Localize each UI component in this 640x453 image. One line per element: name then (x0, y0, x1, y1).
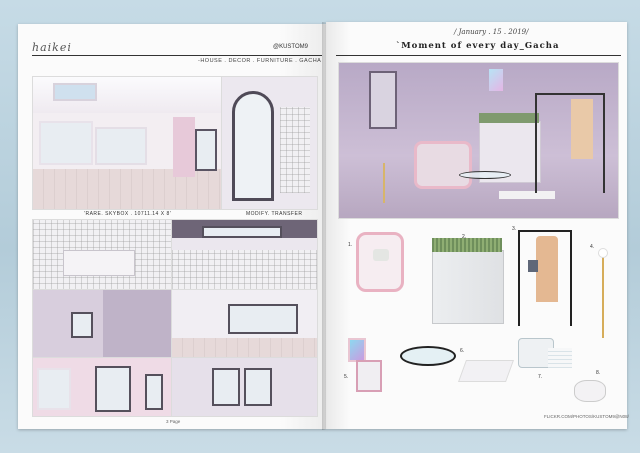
item-number-5: 5. (344, 374, 349, 380)
tagline: -HOUSE . DECOR . FURNITURE . GACHA (198, 58, 322, 64)
marble-slab-product (457, 360, 515, 382)
planter-product (432, 250, 504, 324)
arch-door-photo (221, 76, 318, 210)
item-number-3: 3. (512, 226, 517, 232)
frame-art-product (348, 338, 366, 362)
brand-logo: haikei (32, 41, 72, 54)
bag-product (528, 260, 538, 272)
page-number: 3 Page (166, 419, 181, 424)
tile-lower-wall (172, 250, 317, 290)
page-title: `Moment of every day_Gacha (396, 41, 560, 51)
right-page: / January . 15 . 2019/ `Moment of every … (326, 22, 629, 429)
tile-bath-photo (32, 219, 172, 291)
pink-wall (173, 117, 195, 177)
grass (479, 113, 539, 123)
book-spine-shadow (322, 22, 330, 430)
lamp-globe (598, 248, 608, 258)
grey-window-left (212, 368, 240, 406)
main-room-photo (32, 76, 222, 210)
pillow (373, 249, 389, 261)
pink-double-door (95, 366, 131, 412)
planter-grass (432, 238, 502, 252)
corridor-window (228, 304, 298, 334)
item-number-7: 7. (538, 374, 543, 380)
issue-date: / January . 15 . 2019/ (454, 28, 529, 36)
arch-frame (232, 91, 274, 201)
trench-coat (571, 99, 593, 159)
item-number-1: 1. (348, 242, 353, 248)
pink-window-left (37, 368, 71, 410)
instagram-handle: @KUSTOM9 (273, 44, 308, 50)
purple-room-photo (32, 289, 172, 359)
item-number-8: 8. (596, 370, 601, 376)
window-center (95, 127, 147, 165)
armchair-product (356, 232, 404, 292)
corridor-floor (172, 338, 317, 358)
grey-room-photo (171, 357, 318, 417)
tray-product (548, 348, 572, 368)
window-left (39, 121, 93, 165)
floor-lamp (383, 163, 385, 203)
wall-frame-art (489, 69, 503, 91)
bright-corridor-photo (171, 289, 318, 359)
footer-link: FLICKR.COM/PHOTOS/KUSTOM9@N08/ (544, 414, 629, 419)
frame-small-product (356, 360, 382, 392)
coat-product (536, 236, 558, 302)
title-rule (336, 55, 621, 56)
pink-side-window (145, 374, 163, 410)
grey-window-right (244, 368, 272, 406)
basket-product (574, 380, 606, 402)
pink-armchair (414, 141, 472, 189)
item-number-6: 6. (460, 348, 465, 354)
scene-window (369, 71, 397, 129)
glass-table (459, 171, 511, 179)
product-caption: 'RARE. SKYBOX . 10711.14 X 8' (84, 211, 172, 217)
strip-window (202, 226, 282, 238)
item-number-4: 4. (590, 244, 595, 250)
hero-scene-photo (338, 62, 619, 219)
clothes-rack (535, 93, 605, 193)
glass-table-product (400, 346, 456, 366)
lamp-product (602, 250, 604, 338)
pink-doors-photo (32, 357, 172, 417)
tile-wall (280, 107, 310, 193)
bathtub (63, 250, 135, 276)
purple-room-window (71, 312, 93, 338)
permission-caption: MODIFY. TRANSFER (246, 211, 303, 217)
left-page: haikei @KUSTOM9 -HOUSE . DECOR . FURNITU… (18, 24, 326, 429)
skylight (53, 83, 97, 101)
door-glass (195, 129, 217, 171)
window-strip-photo (171, 219, 318, 291)
header-rule (32, 55, 322, 56)
